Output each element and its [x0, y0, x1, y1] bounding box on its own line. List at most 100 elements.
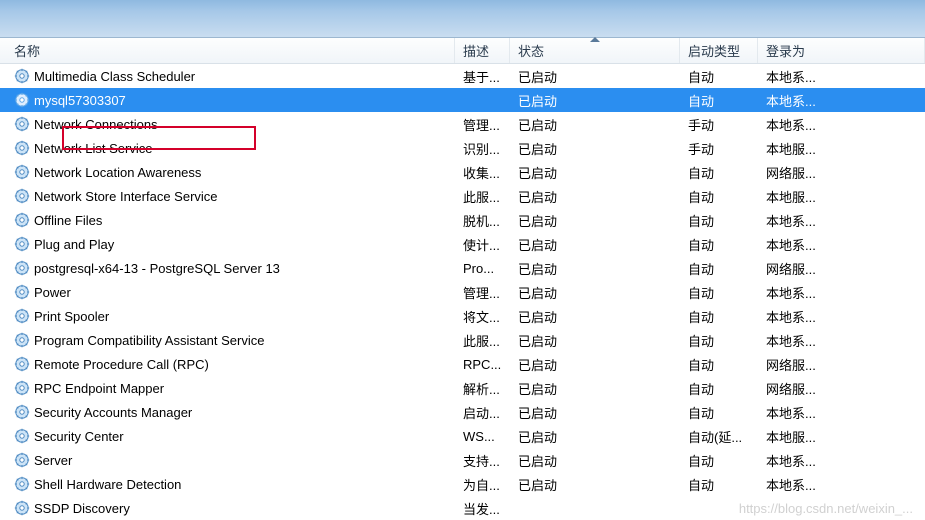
service-icon — [14, 356, 30, 372]
service-startup: 自动 — [680, 451, 758, 470]
service-row[interactable]: Network Store Interface Service 此服... 已启… — [0, 184, 925, 208]
service-icon — [14, 140, 30, 156]
service-row[interactable]: Print Spooler 将文... 已启动 自动 本地系... — [0, 304, 925, 328]
service-status: 已启动 — [510, 283, 680, 302]
service-desc: 使计... — [455, 235, 510, 254]
column-header-desc[interactable]: 描述 — [455, 38, 510, 63]
service-row[interactable]: SSDP Discovery 当发... — [0, 496, 925, 520]
sort-ascending-icon — [590, 37, 600, 42]
service-logon: 本地系... — [758, 403, 925, 422]
service-logon: 本地系... — [758, 91, 925, 110]
service-row[interactable]: Power 管理... 已启动 自动 本地系... — [0, 280, 925, 304]
service-icon — [14, 260, 30, 276]
service-logon: 本地系... — [758, 115, 925, 134]
column-header-name[interactable]: 名称 — [0, 38, 455, 63]
service-name: postgresql-x64-13 - PostgreSQL Server 13 — [34, 261, 280, 276]
service-status: 已启动 — [510, 259, 680, 278]
service-logon: 本地系... — [758, 67, 925, 86]
service-icon — [14, 476, 30, 492]
service-name: Security Accounts Manager — [34, 405, 192, 420]
service-logon: 网络服... — [758, 355, 925, 374]
service-desc: Pro... — [455, 261, 510, 276]
service-row[interactable]: Security Center WS... 已启动 自动(延... 本地服... — [0, 424, 925, 448]
service-desc: 将文... — [455, 307, 510, 326]
service-startup: 自动 — [680, 307, 758, 326]
service-startup: 自动 — [680, 283, 758, 302]
service-startup: 自动 — [680, 163, 758, 182]
service-name: Plug and Play — [34, 237, 114, 252]
service-name: SSDP Discovery — [34, 501, 130, 516]
service-logon: 本地系... — [758, 451, 925, 470]
service-desc: 脱机... — [455, 211, 510, 230]
service-icon — [14, 284, 30, 300]
service-icon — [14, 500, 30, 516]
service-row[interactable]: Network List Service 识别... 已启动 手动 本地服... — [0, 136, 925, 160]
service-row[interactable]: postgresql-x64-13 - PostgreSQL Server 13… — [0, 256, 925, 280]
service-row[interactable]: Network Connections 管理... 已启动 手动 本地系... — [0, 112, 925, 136]
service-status: 已启动 — [510, 139, 680, 158]
service-logon: 本地系... — [758, 475, 925, 494]
column-header-startup[interactable]: 启动类型 — [680, 38, 758, 63]
service-row[interactable]: mysql57303307 已启动 自动 本地系... — [0, 88, 925, 112]
service-status: 已启动 — [510, 91, 680, 110]
service-logon: 本地服... — [758, 427, 925, 446]
column-header-status-label: 状态 — [518, 41, 544, 60]
service-startup: 自动 — [680, 211, 758, 230]
service-name: Network List Service — [34, 141, 152, 156]
service-logon: 网络服... — [758, 259, 925, 278]
service-startup: 自动 — [680, 475, 758, 494]
service-desc: 识别... — [455, 139, 510, 158]
service-icon — [14, 452, 30, 468]
service-name: Network Store Interface Service — [34, 189, 218, 204]
service-desc: 启动... — [455, 403, 510, 422]
service-name: Print Spooler — [34, 309, 109, 324]
services-list: Multimedia Class Scheduler 基于... 已启动 自动 … — [0, 64, 925, 520]
service-startup: 手动 — [680, 115, 758, 134]
service-startup: 自动 — [680, 403, 758, 422]
service-name: mysql57303307 — [34, 93, 126, 108]
service-row[interactable]: Multimedia Class Scheduler 基于... 已启动 自动 … — [0, 64, 925, 88]
service-startup: 自动(延... — [680, 427, 758, 446]
service-row[interactable]: RPC Endpoint Mapper 解析... 已启动 自动 网络服... — [0, 376, 925, 400]
service-desc: RPC... — [455, 357, 510, 372]
service-status: 已启动 — [510, 211, 680, 230]
service-status: 已启动 — [510, 379, 680, 398]
service-logon: 本地服... — [758, 187, 925, 206]
service-startup: 自动 — [680, 355, 758, 374]
service-row[interactable]: Network Location Awareness 收集... 已启动 自动 … — [0, 160, 925, 184]
service-startup: 自动 — [680, 187, 758, 206]
service-status: 已启动 — [510, 235, 680, 254]
service-status: 已启动 — [510, 403, 680, 422]
service-row[interactable]: Remote Procedure Call (RPC) RPC... 已启动 自… — [0, 352, 925, 376]
service-status: 已启动 — [510, 307, 680, 326]
service-logon: 本地系... — [758, 331, 925, 350]
service-startup: 自动 — [680, 379, 758, 398]
column-header-row: 名称 描述 状态 启动类型 登录为 — [0, 38, 925, 64]
column-header-status[interactable]: 状态 — [510, 38, 680, 63]
service-row[interactable]: Security Accounts Manager 启动... 已启动 自动 本… — [0, 400, 925, 424]
service-row[interactable]: Server 支持... 已启动 自动 本地系... — [0, 448, 925, 472]
service-icon — [14, 236, 30, 252]
service-row[interactable]: Shell Hardware Detection 为自... 已启动 自动 本地… — [0, 472, 925, 496]
service-desc: 此服... — [455, 331, 510, 350]
column-header-logon[interactable]: 登录为 — [758, 38, 925, 63]
service-name: Network Location Awareness — [34, 165, 201, 180]
service-name: Server — [34, 453, 72, 468]
service-row[interactable]: Offline Files 脱机... 已启动 自动 本地系... — [0, 208, 925, 232]
service-desc: 解析... — [455, 379, 510, 398]
service-logon: 本地系... — [758, 307, 925, 326]
service-status: 已启动 — [510, 355, 680, 374]
service-logon: 网络服... — [758, 163, 925, 182]
service-icon — [14, 404, 30, 420]
service-icon — [14, 116, 30, 132]
service-icon — [14, 308, 30, 324]
service-desc: 收集... — [455, 163, 510, 182]
service-desc: WS... — [455, 429, 510, 444]
service-name: Power — [34, 285, 71, 300]
service-row[interactable]: Plug and Play 使计... 已启动 自动 本地系... — [0, 232, 925, 256]
service-row[interactable]: Program Compatibility Assistant Service … — [0, 328, 925, 352]
service-status: 已启动 — [510, 187, 680, 206]
service-desc: 支持... — [455, 451, 510, 470]
service-name: Offline Files — [34, 213, 102, 228]
service-logon: 本地系... — [758, 235, 925, 254]
